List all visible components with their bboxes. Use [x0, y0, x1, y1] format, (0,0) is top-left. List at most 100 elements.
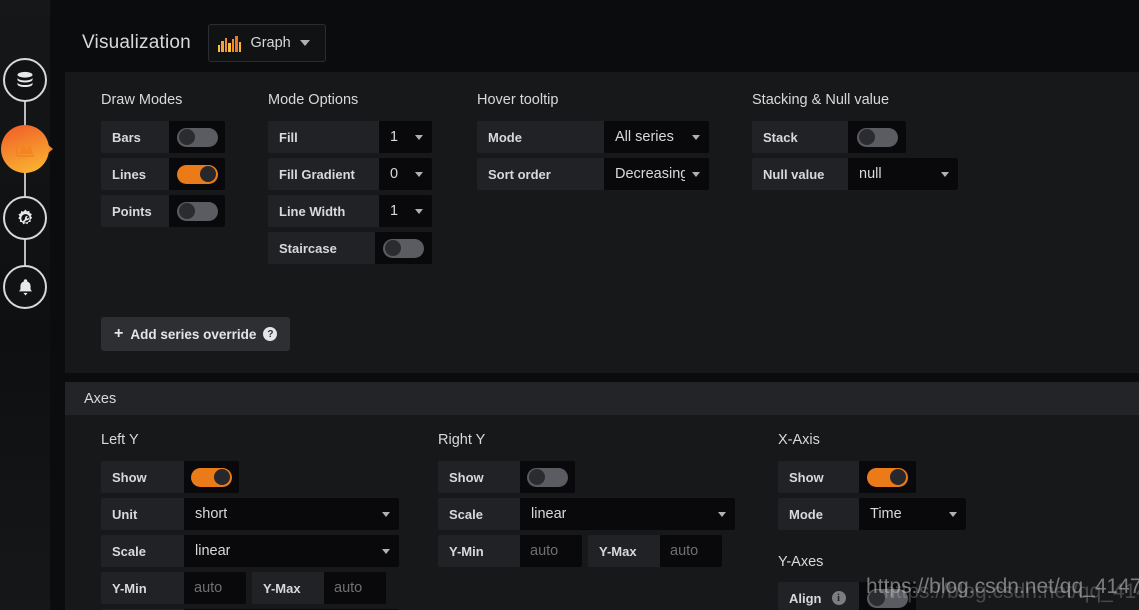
left-y-max-input[interactable]: auto	[324, 572, 386, 604]
right-y-group: Right Y Show Scale linear Y-Min auto Y-M…	[438, 432, 748, 572]
fill-gradient-label: Fill Gradient	[268, 158, 379, 190]
x-axis-mode-value: Time	[870, 506, 902, 522]
hover-tooltip-group: Hover tooltip Mode All series Sort order…	[477, 92, 717, 195]
right-y-scale-select[interactable]: linear	[520, 498, 735, 530]
sort-order-select[interactable]: Decreasing	[604, 158, 709, 190]
line-width-label: Line Width	[268, 195, 379, 227]
hover-tooltip-title: Hover tooltip	[477, 92, 559, 108]
chevron-down-icon	[692, 171, 700, 177]
stack-toggle-cell[interactable]	[848, 121, 906, 153]
display-options-panel: Draw Modes Bars Lines Points Mode Option…	[65, 72, 1139, 373]
left-y-show-toggle-cell[interactable]	[184, 461, 239, 493]
left-y-scale-label: Scale	[101, 535, 184, 567]
right-y-min-input[interactable]: auto	[520, 535, 582, 567]
draw-modes-title: Draw Modes	[101, 92, 183, 108]
left-y-scale-value: linear	[195, 543, 231, 559]
null-value-value: null	[859, 166, 882, 182]
staircase-toggle-cell[interactable]	[375, 232, 432, 264]
sidebar-item-queries[interactable]	[3, 58, 47, 102]
points-toggle[interactable]	[176, 201, 218, 221]
left-y-scale-select[interactable]: linear	[184, 535, 399, 567]
y-axes-align-toggle[interactable]	[867, 588, 908, 608]
stack-toggle[interactable]	[856, 127, 898, 147]
tooltip-mode-value: All series	[615, 129, 674, 145]
chevron-down-icon	[718, 511, 726, 517]
axes-options-panel: Left Y Show Unit short Scale linear Y-Mi…	[65, 415, 1139, 610]
bell-icon	[15, 277, 36, 298]
add-series-override-button[interactable]: + Add series override ?	[101, 317, 291, 351]
left-y-group: Left Y Show Unit short Scale linear Y-Mi…	[101, 432, 441, 610]
fill-select[interactable]: 1	[379, 121, 432, 153]
y-axes-align-toggle-cell[interactable]	[859, 582, 916, 610]
left-y-min-input[interactable]: auto	[184, 572, 246, 604]
row-x-axis-show: Show	[778, 461, 1078, 493]
bars-toggle-cell[interactable]	[169, 121, 225, 153]
visualization-header: Visualization Graph	[65, 14, 1139, 72]
stack-label: Stack	[752, 121, 848, 153]
right-y-show-toggle[interactable]	[527, 467, 568, 487]
row-tooltip-mode: Mode All series	[477, 121, 717, 153]
row-left-y-scale: Scale linear	[101, 535, 441, 567]
x-axis-title: X-Axis	[778, 432, 820, 448]
chevron-down-icon	[382, 548, 390, 554]
staircase-label: Staircase	[268, 232, 375, 264]
row-x-axis-mode: Mode Time	[778, 498, 1078, 530]
page-title: Visualization	[82, 32, 191, 53]
right-y-max-label: Y-Max	[588, 535, 660, 567]
line-width-select[interactable]: 1	[379, 195, 432, 227]
row-null-value: Null value null	[752, 158, 1012, 190]
visualization-type-picker[interactable]: Graph	[207, 24, 326, 62]
points-toggle-cell[interactable]	[169, 195, 225, 227]
row-fill-gradient: Fill Gradient 0	[268, 158, 432, 190]
chevron-down-icon	[949, 511, 957, 517]
stacking-null-title: Stacking & Null value	[752, 92, 890, 108]
row-left-y-show: Show	[101, 461, 441, 493]
staircase-toggle[interactable]	[383, 238, 424, 258]
right-y-show-toggle-cell[interactable]	[520, 461, 575, 493]
info-icon[interactable]: i	[831, 591, 846, 605]
x-axis-show-toggle[interactable]	[867, 467, 908, 487]
bars-label: Bars	[101, 121, 169, 153]
database-icon	[14, 69, 36, 91]
left-y-show-toggle[interactable]	[191, 467, 232, 487]
mode-options-group: Mode Options Fill 1 Fill Gradient 0 Line…	[268, 92, 432, 269]
fill-gradient-select[interactable]: 0	[379, 158, 432, 190]
chevron-down-icon	[941, 171, 949, 177]
row-lines: Lines	[101, 158, 226, 190]
lines-toggle[interactable]	[176, 164, 218, 184]
axes-section-header: Axes	[65, 382, 1139, 415]
y-axes-title: Y-Axes	[778, 554, 824, 570]
row-fill: Fill 1	[268, 121, 432, 153]
x-axis-show-toggle-cell[interactable]	[859, 461, 916, 493]
sidebar-item-general[interactable]	[3, 196, 47, 240]
sidebar-item-alert[interactable]	[3, 265, 47, 309]
x-axis-mode-select[interactable]: Time	[859, 498, 966, 530]
axes-section-title: Axes	[84, 390, 117, 407]
x-axis-show-label: Show	[778, 461, 859, 493]
sort-order-value: Decreasing	[615, 166, 685, 182]
left-y-unit-value: short	[195, 506, 228, 522]
right-y-min-label: Y-Min	[438, 535, 520, 567]
y-axes-align-label: Align	[789, 590, 822, 606]
right-y-max-input[interactable]: auto	[660, 535, 722, 567]
row-left-y-unit: Unit short	[101, 498, 441, 530]
left-y-unit-select[interactable]: short	[184, 498, 399, 530]
null-value-select[interactable]: null	[848, 158, 958, 190]
sort-order-label: Sort order	[477, 158, 604, 190]
bars-toggle[interactable]	[176, 127, 218, 147]
lines-toggle-cell[interactable]	[169, 158, 225, 190]
row-bars: Bars	[101, 121, 226, 153]
x-axis-mode-label: Mode	[778, 498, 859, 530]
tooltip-mode-select[interactable]: All series	[604, 121, 709, 153]
chevron-down-icon	[415, 134, 423, 140]
chevron-down-icon	[382, 511, 390, 517]
points-label: Points	[101, 195, 169, 227]
row-y-axes-align: Align i	[778, 582, 1078, 610]
null-value-label: Null value	[752, 158, 848, 190]
row-left-y-minmax: Y-Min auto Y-Max auto	[101, 572, 441, 604]
help-icon[interactable]: ?	[263, 327, 278, 341]
sidebar-item-visualization[interactable]	[1, 125, 49, 173]
lines-label: Lines	[101, 158, 169, 190]
row-right-y-show: Show	[438, 461, 748, 493]
stacking-null-group: Stacking & Null value Stack Null value n…	[752, 92, 1012, 195]
